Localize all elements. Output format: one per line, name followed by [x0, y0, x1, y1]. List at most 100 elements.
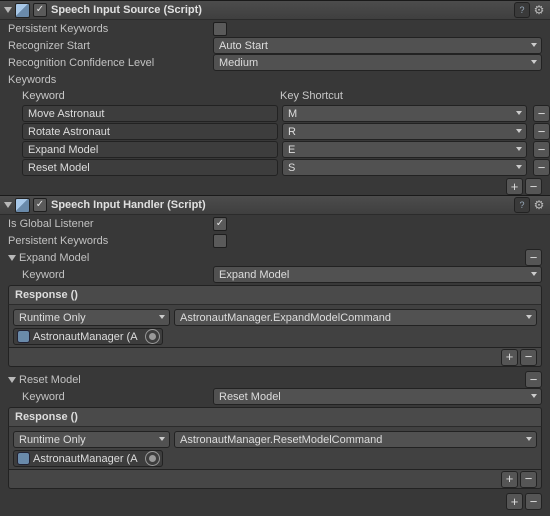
section-title: Reset Model	[19, 374, 523, 386]
keyword-dropdown[interactable]: Expand Model	[213, 266, 542, 283]
dropdown-value: Auto Start	[219, 40, 268, 52]
section-keyword-row: Keyword Reset Model	[0, 388, 550, 405]
method-dropdown[interactable]: AstronautManager.ResetModelCommand	[174, 431, 537, 448]
dropdown-value: E	[288, 144, 295, 156]
target-name: AstronautManager (A	[33, 331, 138, 343]
response-footer: +−	[8, 470, 542, 489]
label: Keywords	[8, 74, 213, 86]
response-target-row: AstronautManager (A	[13, 326, 537, 345]
dropdown-value: AstronautManager.ResetModelCommand	[180, 434, 382, 446]
response-header: Response ()	[8, 407, 542, 427]
help-icon[interactable]: ?	[514, 197, 530, 213]
remove-row-button[interactable]: −	[533, 141, 550, 158]
remove-keyword-button[interactable]: −	[525, 178, 542, 195]
handler-section: Expand Model− KeywordExpand Model Response…	[0, 249, 550, 367]
label: Recognizer Start	[8, 40, 213, 52]
persistent-keywords-checkbox[interactable]	[213, 234, 227, 248]
label: Keyword	[22, 269, 213, 281]
object-picker-icon[interactable]	[145, 329, 160, 344]
csharp-script-icon	[15, 198, 30, 213]
response-row: Runtime Only AstronautManager.ExpandModel…	[13, 309, 537, 326]
gear-icon[interactable]: ⚙	[532, 198, 546, 212]
remove-section-button[interactable]: −	[525, 493, 542, 510]
keyword-row: Reset Model S −	[0, 159, 550, 176]
section-foldout[interactable]: Expand Model−	[0, 249, 550, 266]
keyword-row: Rotate AstronautR−	[0, 123, 550, 140]
response-row: Runtime Only AstronautManager.ResetModelC…	[13, 431, 537, 448]
dropdown-value: Reset Model	[219, 391, 281, 403]
add-keyword-button[interactable]: +	[506, 178, 523, 195]
global-listener-row: Is Global Listener	[0, 215, 550, 232]
keyword-list: Move AstronautM−Rotate AstronautR−Expand…	[0, 105, 550, 176]
persistent-keywords-checkbox[interactable]	[213, 22, 227, 36]
target-object-field[interactable]: AstronautManager (A	[13, 328, 163, 345]
persistent-keywords-row: Persistent Keywords	[0, 232, 550, 249]
confidence-row: Recognition Confidence Level Medium	[0, 54, 550, 71]
remove-response-button[interactable]: −	[520, 471, 537, 488]
key-shortcut-dropdown[interactable]: R	[282, 123, 527, 140]
runtime-dropdown[interactable]: Runtime Only	[13, 431, 170, 448]
keyword-dropdown[interactable]: Reset Model	[213, 388, 542, 405]
column-header-shortcut: Key Shortcut	[280, 90, 343, 102]
remove-row-button[interactable]: −	[533, 123, 550, 140]
add-section-button[interactable]: +	[506, 493, 523, 510]
section-remove-button[interactable]: −	[525, 249, 542, 266]
response-body: Runtime Only AstronautManager.ExpandModel…	[8, 305, 542, 348]
foldout-icon[interactable]	[8, 377, 16, 383]
label: Keyword	[22, 391, 213, 403]
label: Persistent Keywords	[8, 23, 213, 35]
component-header[interactable]: Speech Input Handler (Script) ? ⚙	[0, 196, 550, 215]
help-icon[interactable]: ?	[514, 2, 530, 18]
handler-footer: + −	[0, 493, 550, 510]
dropdown-value: AstronautManager.ExpandModelCommand	[180, 312, 391, 324]
key-shortcut-dropdown[interactable]: E	[282, 141, 527, 158]
gear-icon[interactable]: ⚙	[532, 3, 546, 17]
response-header: Response ()	[8, 285, 542, 305]
object-picker-icon[interactable]	[145, 451, 160, 466]
recognizer-start-row: Recognizer Start Auto Start	[0, 37, 550, 54]
remove-response-button[interactable]: −	[520, 349, 537, 366]
foldout-icon[interactable]	[4, 7, 12, 13]
gameobject-icon	[17, 452, 30, 465]
confidence-dropdown[interactable]: Medium	[213, 54, 542, 71]
remove-row-button[interactable]: −	[533, 105, 550, 122]
recognizer-start-dropdown[interactable]: Auto Start	[213, 37, 542, 54]
handler-section: Reset Model−KeywordReset ModelResponse (…	[0, 371, 550, 489]
keyword-input[interactable]: Expand Model	[22, 141, 278, 158]
dropdown-value: Runtime Only	[19, 312, 86, 324]
keyword-list-footer: + −	[0, 178, 550, 195]
section-foldout[interactable]: Reset Model−	[0, 371, 550, 388]
target-object-field[interactable]: AstronautManager (A	[13, 450, 163, 467]
runtime-dropdown[interactable]: Runtime Only	[13, 309, 170, 326]
label: Is Global Listener	[8, 218, 213, 230]
label: Persistent Keywords	[8, 235, 213, 247]
dropdown-value: Medium	[219, 57, 258, 69]
component-header[interactable]: Speech Input Source (Script) ? ⚙	[0, 1, 550, 20]
csharp-script-icon	[15, 3, 30, 18]
handler-sections: Expand Model−KeywordExpand ModelResponse…	[0, 249, 550, 489]
enable-checkbox[interactable]	[33, 3, 47, 17]
column-header-keyword: Keyword	[22, 90, 280, 102]
keyword-input[interactable]: Rotate Astronaut	[22, 123, 278, 140]
component-title: Speech Input Handler (Script)	[51, 199, 514, 211]
add-response-button[interactable]: +	[501, 349, 518, 366]
add-response-button[interactable]: +	[501, 471, 518, 488]
enable-checkbox[interactable]	[33, 198, 47, 212]
key-shortcut-dropdown[interactable]: S	[282, 159, 527, 176]
keyword-input[interactable]: Move Astronaut	[22, 105, 278, 122]
response-target-row: AstronautManager (A	[13, 448, 537, 467]
dropdown-value: Runtime Only	[19, 434, 86, 446]
gameobject-icon	[17, 330, 30, 343]
foldout-icon[interactable]	[8, 255, 16, 261]
foldout-icon[interactable]	[4, 202, 12, 208]
key-shortcut-dropdown[interactable]: M	[282, 105, 527, 122]
persistent-keywords-row: Persistent Keywords	[0, 20, 550, 37]
remove-row-button[interactable]: −	[533, 159, 550, 176]
dropdown-value: S	[288, 162, 295, 174]
section-remove-button[interactable]: −	[525, 371, 542, 388]
global-listener-checkbox[interactable]	[213, 217, 227, 231]
keyword-input[interactable]: Reset Model	[22, 159, 278, 176]
method-dropdown[interactable]: AstronautManager.ExpandModelCommand	[174, 309, 537, 326]
response-body: Runtime Only AstronautManager.ResetModelC…	[8, 427, 542, 470]
speech-input-handler-component: Speech Input Handler (Script) ? ⚙ Is Glo…	[0, 195, 550, 510]
